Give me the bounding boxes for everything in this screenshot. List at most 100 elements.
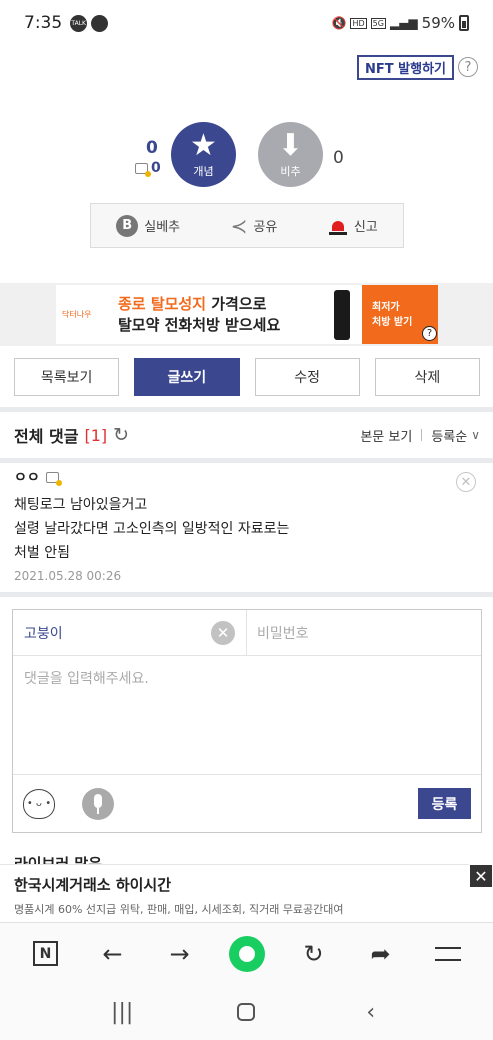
chat-bubble-icon: [91, 14, 109, 32]
ad-line2: 탈모약 전화처방 받으세요: [118, 315, 281, 334]
naver-home-button[interactable]: N: [28, 936, 64, 972]
separator: [421, 429, 423, 441]
kakaotalk-icon: TALK: [70, 14, 88, 32]
fixed-upvote-count: 0: [135, 160, 161, 177]
view-body-link[interactable]: 본문 보기: [360, 426, 412, 445]
write-button[interactable]: 글쓰기: [134, 358, 240, 396]
post-buttons: 목록보기 글쓰기 수정 삭제: [14, 358, 480, 396]
upvote-label: 개념: [193, 164, 214, 178]
password-field[interactable]: 비밀번호: [247, 610, 481, 655]
write-box-toolbar: • ᴗ • 등록: [13, 775, 481, 832]
guest-icon: [45, 471, 62, 486]
nft-issue-button[interactable]: NFT 발행하기: [357, 55, 454, 80]
naver-n-icon: N: [33, 941, 58, 966]
product-bottle-image: [334, 289, 350, 340]
green-dot-button[interactable]: [228, 935, 265, 972]
comment-textarea[interactable]: 댓글을 입력해주세요.: [13, 656, 481, 775]
nickname-field[interactable]: 고붕이 ✕: [13, 610, 247, 655]
hd-voice-icon: HD: [350, 17, 367, 29]
clear-icon[interactable]: ✕: [211, 621, 235, 645]
comment-write-box: 고붕이 ✕ 비밀번호 댓글을 입력해주세요. • ᴗ • 등록: [12, 609, 482, 833]
fixed-upvote-value: 0: [151, 160, 161, 176]
edit-button[interactable]: 수정: [254, 358, 360, 396]
comment-date: 2021.05.28 00:26: [14, 569, 122, 583]
ad-logo: 닥터나우: [62, 310, 92, 319]
b-badge-icon: B: [116, 214, 139, 237]
submit-comment-button[interactable]: 등록: [418, 788, 471, 819]
best-recommend-label: 실베추: [144, 220, 181, 235]
comment-line: 채팅로그 남아있을거고: [14, 497, 148, 513]
share-label: 공유: [253, 220, 278, 235]
sort-dropdown[interactable]: 등록순: [431, 426, 467, 445]
bottom-ad-title: 한국시계거래소 하이시간: [14, 876, 172, 894]
chevron-down-icon[interactable]: ∨: [471, 428, 480, 442]
delete-comment-icon[interactable]: ✕: [456, 472, 476, 492]
back-icon[interactable]: ‹: [351, 1000, 391, 1025]
upvote-button[interactable]: ★ 개념: [171, 122, 236, 187]
write-box-top: 고붕이 ✕ 비밀번호: [13, 610, 481, 656]
5g-icon: 5G: [370, 17, 386, 29]
downvote-count: 0: [333, 148, 344, 168]
battery-icon: [459, 15, 469, 31]
battery-percent: 59%: [421, 14, 455, 32]
nickname-value: 고붕이: [24, 625, 63, 642]
ad-copy: 종로 탈모성지 가격으로 탈모약 전화처방 받으세요: [110, 294, 334, 336]
divider: [0, 407, 493, 412]
report-label: 신고: [353, 220, 378, 235]
status-bar: 7:35 TALK 🔇 HD 5G ▂▄▆ 59%: [0, 0, 493, 46]
bottom-ad-subtitle: 명품시계 60% 선지급 위탁, 판매, 매입, 시세조회, 직거래 무료공간대…: [14, 903, 344, 916]
back-arrow-icon[interactable]: ←: [95, 936, 131, 972]
ad-banner[interactable]: 닥터나우 종로 탈모성지 가격으로 탈모약 전화처방 받으세요 최저가 처방 받…: [56, 285, 438, 344]
comment-line: 설령 날라갔다면 고소인측의 일방적인 자료로는: [14, 521, 290, 537]
comments-count: [1]: [84, 425, 108, 445]
fixed-user-icon: [135, 162, 151, 177]
comment-body: 채팅로그 남아있을거고 설령 날라갔다면 고소인측의 일방적인 자료로는 처벌 …: [14, 493, 480, 565]
list-button[interactable]: 목록보기: [14, 358, 120, 396]
microphone-icon[interactable]: [82, 787, 114, 820]
ad-banner-area: 닥터나우 종로 탈모성지 가격으로 탈모약 전화처방 받으세요 최저가 처방 받…: [0, 283, 493, 346]
menu-button[interactable]: [430, 936, 466, 972]
notification-icons: TALK: [70, 14, 109, 32]
share-arrow-icon[interactable]: ➦: [363, 936, 399, 972]
comments-header: 전체 댓글 [1] ↻ 본문 보기 등록순 ∨: [14, 423, 480, 447]
ad-line1: 가격으로: [206, 294, 267, 313]
signal-icon: ▂▄▆: [389, 16, 418, 30]
help-icon[interactable]: ?: [458, 57, 478, 77]
divider: [0, 458, 493, 463]
dccon-emoticon-icon[interactable]: • ᴗ •: [23, 788, 55, 819]
refresh-icon[interactable]: ↻: [113, 424, 129, 446]
divider: [0, 592, 493, 597]
star-icon: ★: [190, 127, 217, 163]
system-nav: ||| ‹: [0, 984, 493, 1040]
browser-nav: N ← → ↻ ➦: [0, 922, 493, 984]
upvote-count: 0: [146, 138, 158, 158]
delete-button[interactable]: 삭제: [374, 358, 480, 396]
ad-highlight: 종로 탈모성지: [118, 294, 207, 313]
comments-options: 본문 보기 등록순 ∨: [360, 426, 480, 445]
comment-author-name[interactable]: ㅇㅇ: [14, 467, 40, 487]
reload-icon[interactable]: ↻: [296, 936, 332, 972]
home-button[interactable]: [226, 1003, 266, 1021]
mute-icon: 🔇: [331, 16, 347, 30]
close-icon[interactable]: ✕: [469, 864, 493, 888]
forward-arrow-icon[interactable]: →: [162, 936, 198, 972]
share-button[interactable]: ≺ 공유: [231, 214, 278, 238]
post-action-bar: B 실베추 ≺ 공유 신고: [90, 203, 404, 248]
ad-info-icon[interactable]: ?: [422, 326, 437, 341]
green-circle-icon: [228, 935, 265, 972]
arrow-down-icon: ⬇: [277, 127, 304, 163]
siren-icon: [328, 217, 348, 235]
section-title-peek: 라이브러 많은: [14, 855, 103, 864]
comment-item: ㅇㅇ 채팅로그 남아있을거고 설령 날라갔다면 고소인측의 일방적인 자료로는 …: [14, 467, 480, 583]
best-recommend-button[interactable]: B 실베추: [116, 214, 181, 237]
bottom-ad[interactable]: 한국시계거래소 하이시간 명품시계 60% 선지급 위탁, 판매, 매입, 시세…: [0, 864, 493, 919]
status-right: 🔇 HD 5G ▂▄▆ 59%: [332, 14, 469, 32]
status-time: 7:35: [24, 13, 63, 33]
comment-author: ㅇㅇ: [14, 467, 480, 487]
comment-line: 처벌 안됨: [14, 545, 70, 561]
comments-title: 전체 댓글: [14, 427, 79, 446]
recents-icon[interactable]: |||: [102, 1000, 142, 1025]
downvote-label: 비추: [280, 164, 301, 178]
downvote-button[interactable]: ⬇ 비추: [258, 122, 323, 187]
report-button[interactable]: 신고: [328, 216, 378, 235]
